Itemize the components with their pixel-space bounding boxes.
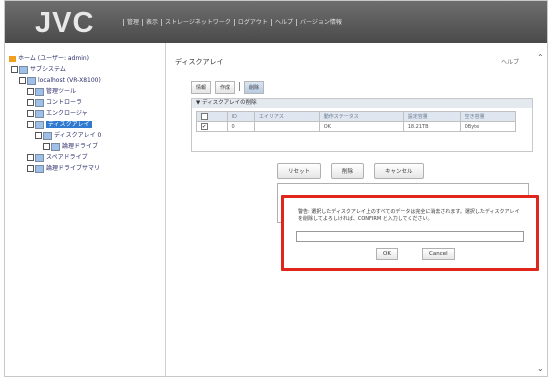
collapse-icon[interactable] [11,66,18,73]
delete-button[interactable]: 削除 [331,163,365,179]
tool-icon [35,87,44,96]
nav-storage-network[interactable]: ストレージネットワーク [161,19,234,26]
help-link[interactable]: ヘルプ [501,57,519,66]
collapse-icon[interactable] [35,132,42,139]
table-cell: ✔ [196,121,228,132]
page-title: ディスクアレイ [175,58,224,66]
scroll-down-icon[interactable]: ⌄ [537,364,544,373]
expand-icon[interactable] [27,99,34,106]
nav-logout[interactable]: ログアウト [233,19,271,26]
tree-item-localhost[interactable]: localhost (VR-X8100) [9,75,169,86]
folder-icon [19,65,28,74]
top-nav: 管理 表示 ストレージネットワーク ログアウト ヘルプ バージョン情報 [123,19,345,26]
server-icon [27,76,36,85]
create-button[interactable]: 作成 [215,81,236,94]
panel-divider[interactable] [165,43,166,376]
main-panel: ディスクアレイ ヘルプ ⌃ ⌄ 情報 作成 削除 ▼ ディスクアレイの削除 ID… [167,43,547,376]
jvc-logo: JVC [35,7,95,39]
nav-version[interactable]: バージョン情報 [295,19,345,26]
select-all-checkbox[interactable] [201,113,208,120]
delete-disk-array-section: ▼ ディスクアレイの削除 ID エイリアス 動作ステータス 設定容量 空き容量 … [191,98,533,152]
collapse-icon[interactable] [19,77,26,84]
table-cell: OK [318,121,404,132]
tree-item-enclosure[interactable]: エンクロージャ [9,108,169,119]
home-icon [9,55,16,62]
enclosure-icon [35,109,44,118]
logical-drive-icon [51,142,60,151]
toolbar-divider [239,82,241,91]
action-toolbar: 情報 作成 削除 [191,81,265,94]
table-cell: 0 [226,121,255,132]
disk-array-icon [43,131,52,140]
nav-view[interactable]: 表示 [142,19,161,26]
tree-item-home[interactable]: ホーム (ユーザー: admin) [9,53,169,64]
navigation-tree: ホーム (ユーザー: admin) サブシステム localhost (VR-X… [9,53,169,174]
dialog-cancel-button[interactable]: Cancel [422,248,455,260]
tree-item-subsystem[interactable]: サブシステム [9,64,169,75]
expand-icon[interactable] [43,143,50,150]
tree-item-disk-array-0[interactable]: ディスクアレイ 0 [9,130,169,141]
scroll-up-icon[interactable]: ⌃ [537,53,544,62]
form-buttons: リセット 削除 キャンセル [277,163,424,179]
spare-drive-icon [35,153,44,162]
tree-item-admin-tools[interactable]: 管理ツール [9,86,169,97]
expand-icon[interactable] [27,110,34,117]
collapse-icon[interactable] [27,121,34,128]
table-cell [253,121,320,132]
controller-icon [35,98,44,107]
table-row[interactable]: ✔ 0 OK 18.21TB 0Byte [196,121,517,132]
table-header-row: ID エイリアス 動作ステータス 設定容量 空き容量 [196,111,517,122]
column-header [196,111,228,122]
column-header: 設定容量 [402,111,461,122]
info-button[interactable]: 情報 [191,81,212,94]
table-cell: 0Byte [459,121,517,132]
section-header[interactable]: ▼ ディスクアレイの削除 [192,99,532,108]
disk-array-icon [35,120,44,129]
confirm-delete-dialog: 警告: 選択したディスクアレイ上のすべてのデータは完全に消去されます。選択したデ… [281,195,539,271]
row-checkbox[interactable]: ✔ [201,123,208,130]
reset-button[interactable]: リセット [277,163,322,179]
nav-help[interactable]: ヘルプ [270,19,296,26]
column-header: ID [226,111,255,122]
expand-icon[interactable] [27,88,34,95]
ok-button[interactable]: OK [376,248,398,260]
header-bar: JVC 管理 表示 ストレージネットワーク ログアウト ヘルプ バージョン情報 [5,1,547,43]
confirm-input[interactable] [296,231,524,242]
column-header: 空き容量 [459,111,517,122]
cancel-button[interactable]: キャンセル [374,163,424,179]
tree-item-controller[interactable]: コントローラ [9,97,169,108]
tree-item-disk-array[interactable]: ディスクアレイ [9,119,169,130]
tree-item-logical-drive-summary[interactable]: 論理ドライブサマリ [9,163,169,174]
delete-tab-button[interactable]: 削除 [244,81,265,94]
column-header: エイリアス [253,111,320,122]
expand-icon[interactable] [27,154,34,161]
tree-item-spare-drive[interactable]: スペアドライブ [9,152,169,163]
disk-array-table: ID エイリアス 動作ステータス 設定容量 空き容量 ✔ 0 OK 18.21T… [196,111,517,132]
warning-message: 警告: 選択したディスクアレイ上のすべてのデータは完全に消去されます。選択したデ… [298,209,520,222]
table-cell: 18.21TB [402,121,461,132]
column-header: 動作ステータス [318,111,404,122]
tree-item-logical-drive[interactable]: 論理ドライブ [9,141,169,152]
summary-icon [35,164,44,173]
expand-icon[interactable] [27,165,34,172]
app-window: JVC 管理 表示 ストレージネットワーク ログアウト ヘルプ バージョン情報 … [4,0,548,377]
nav-manage[interactable]: 管理 [123,19,142,26]
